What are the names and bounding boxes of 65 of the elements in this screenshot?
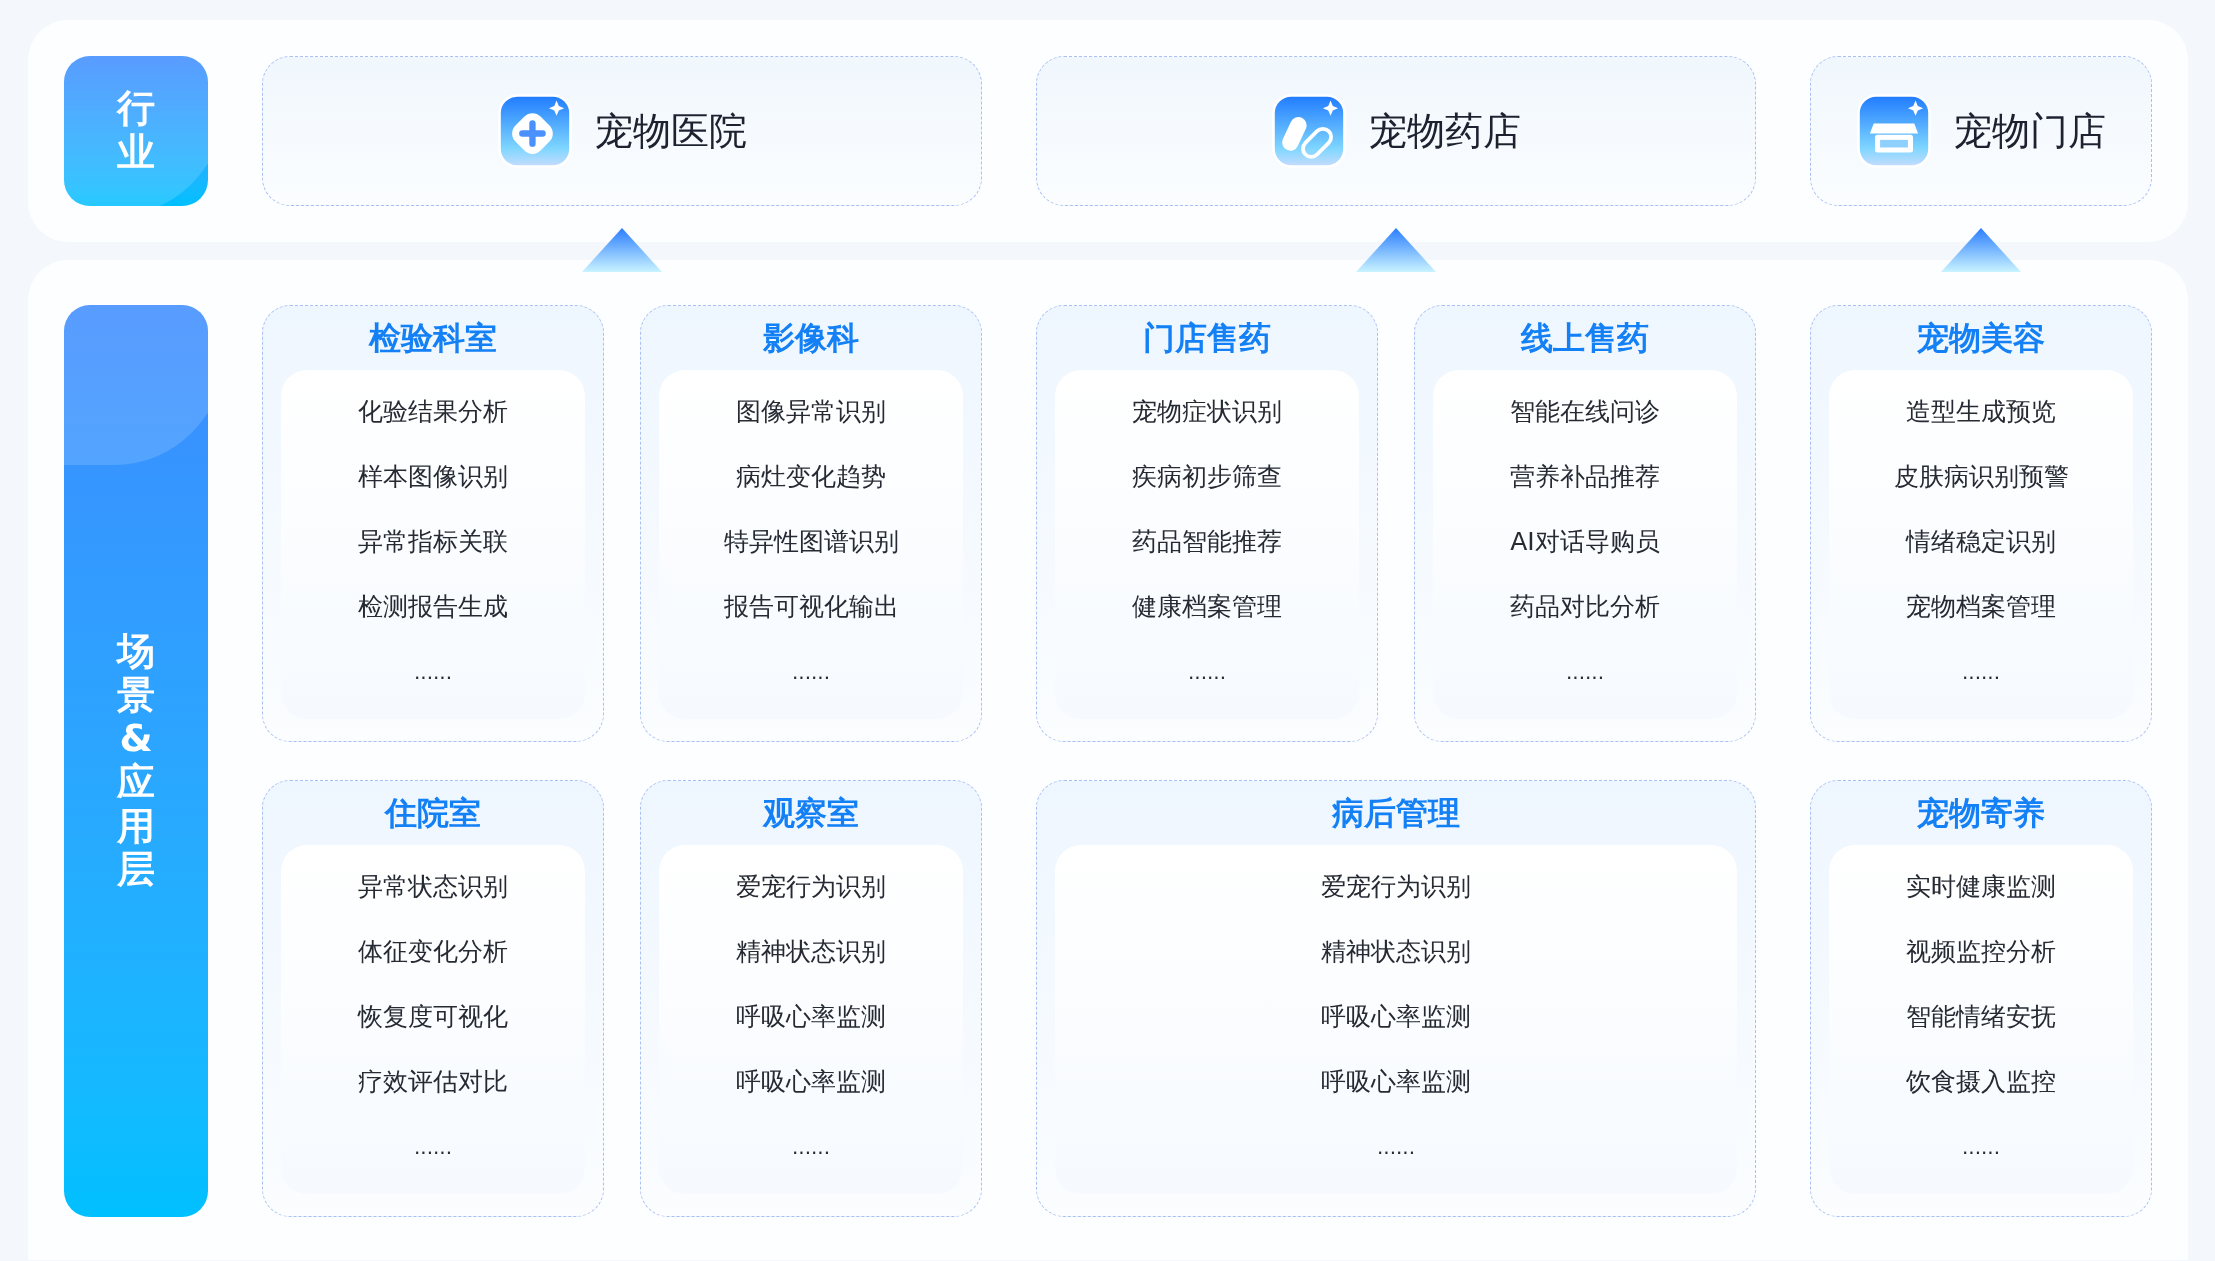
scene-item: 图像异常识别: [736, 396, 886, 428]
store-icon: [1856, 93, 1932, 169]
scene-item: 样本图像识别: [358, 461, 508, 493]
more-ellipsis: ......: [413, 659, 453, 686]
scene-item: 呼吸心率监测: [1321, 1001, 1471, 1033]
scene-item: 宠物档案管理: [1906, 591, 2056, 623]
scene-item: 皮肤病识别预警: [1893, 461, 2069, 493]
industry-name: 宠物药店: [1369, 107, 1521, 155]
scene-title: 门店售药: [1143, 318, 1271, 359]
industry-name: 宠物门店: [1954, 107, 2106, 155]
scene-item: 呼吸心率监测: [1321, 1066, 1471, 1098]
scene-item: 宠物症状识别: [1132, 396, 1282, 428]
scene-item: 疾病初步筛查: [1132, 461, 1282, 493]
scene-item: 精神状态识别: [1321, 936, 1471, 968]
scene-item: 药品对比分析: [1510, 591, 1660, 623]
scene-item: 呼吸心率监测: [736, 1066, 886, 1098]
scene-item: 体征变化分析: [358, 936, 508, 968]
scene-item: 报告可视化输出: [723, 591, 899, 623]
scene-item: 智能在线问诊: [1510, 396, 1660, 428]
more-ellipsis: ......: [791, 659, 831, 686]
scene-item: 检测报告生成: [358, 591, 508, 623]
scene-title: 检验科室: [369, 318, 497, 359]
more-ellipsis: ......: [1187, 659, 1227, 686]
industry-name: 宠物医院: [595, 107, 747, 155]
scene-item: 疗效评估对比: [358, 1066, 508, 1098]
scene-item: 病灶变化趋势: [736, 461, 886, 493]
scene-title: 宠物美容: [1917, 318, 2045, 359]
scene-label: 场景&应用层: [64, 305, 208, 1217]
scene-item: 智能情绪安抚: [1906, 1001, 2056, 1033]
scene-title: 宠物寄养: [1917, 793, 2045, 834]
scene-title: 住院室: [385, 793, 481, 834]
scene-item: 情绪稳定识别: [1906, 526, 2056, 558]
scene-item: 营养补品推荐: [1510, 461, 1660, 493]
industry-label: 行业: [64, 56, 208, 206]
scene-item: 健康档案管理: [1132, 591, 1282, 623]
medical-cross-icon: [497, 93, 573, 169]
scene-item: 药品智能推荐: [1132, 526, 1282, 558]
more-ellipsis: ......: [413, 1134, 453, 1161]
scene-title: 病后管理: [1332, 793, 1460, 834]
scene-title: 观察室: [763, 793, 859, 834]
scene-item: 恢复度可视化: [358, 1001, 508, 1033]
scene-item: 特异性图谱识别: [723, 526, 899, 558]
more-ellipsis: ......: [1565, 659, 1605, 686]
scene-item: 异常指标关联: [358, 526, 508, 558]
scene-item: 爱宠行为识别: [1321, 871, 1471, 903]
scene-item: 饮食摄入监控: [1906, 1066, 2056, 1098]
more-ellipsis: ......: [1961, 1134, 2001, 1161]
scene-item: 造型生成预览: [1906, 396, 2056, 428]
scene-item: 爱宠行为识别: [736, 871, 886, 903]
triangle-arrow-icon: [582, 228, 662, 272]
scene-item: 化验结果分析: [358, 396, 508, 428]
scene-item: 呼吸心率监测: [736, 1001, 886, 1033]
triangle-arrow-icon: [1941, 228, 2021, 272]
scene-title: 线上售药: [1521, 318, 1649, 359]
scene-item: 异常状态识别: [358, 871, 508, 903]
scene-item: AI对话导购员: [1510, 526, 1660, 558]
scene-item: 实时健康监测: [1906, 871, 2056, 903]
scene-item: 视频监控分析: [1906, 936, 2056, 968]
pills-icon: [1271, 93, 1347, 169]
more-ellipsis: ......: [1376, 1134, 1416, 1161]
triangle-arrow-icon: [1356, 228, 1436, 272]
more-ellipsis: ......: [1961, 659, 2001, 686]
scene-title: 影像科: [763, 318, 859, 359]
more-ellipsis: ......: [791, 1134, 831, 1161]
scene-item: 精神状态识别: [736, 936, 886, 968]
